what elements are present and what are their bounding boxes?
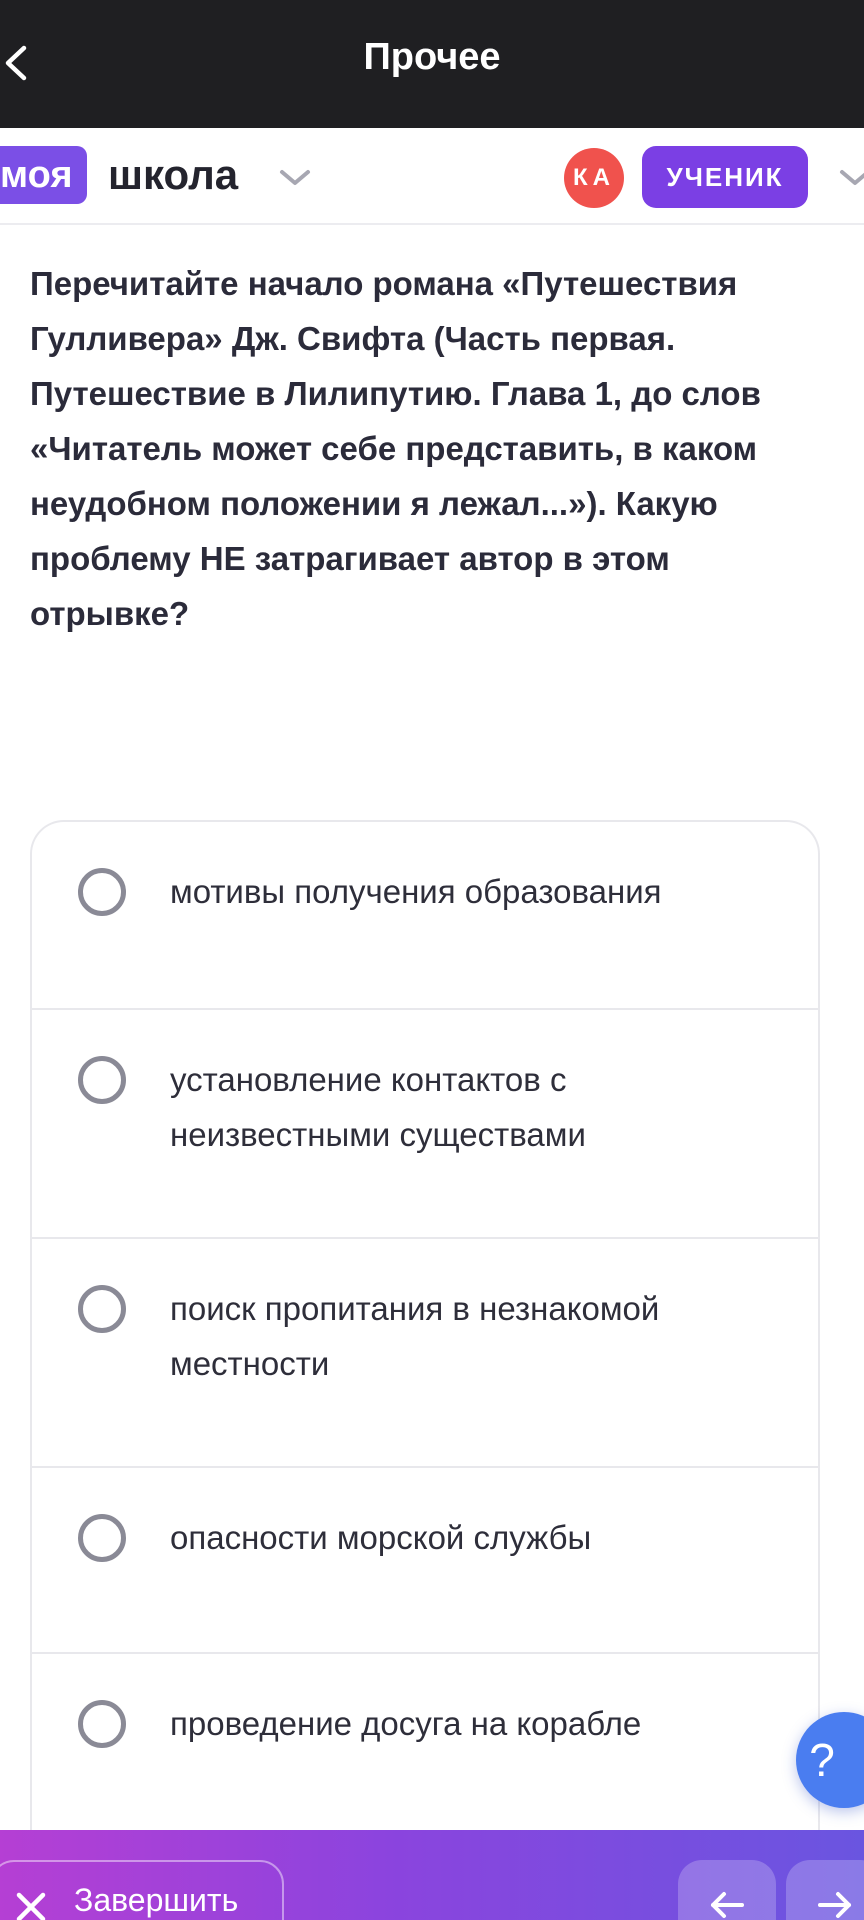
top-bar: Прочее [0,0,864,128]
finish-button[interactable]: Завершить [0,1860,284,1920]
next-question-button[interactable] [786,1860,864,1920]
arrow-right-icon [818,1892,851,1918]
answer-option-label: установление контактов с неизвестными су… [170,1061,586,1153]
answer-option-label: мотивы получения образования [170,873,662,910]
school-header: моя школа КА УЧЕНИК [0,128,864,225]
answer-option[interactable]: опасности морской службы [32,1466,818,1652]
help-button-label: ? [809,1734,835,1786]
question-text: Перечитайте начало романа «Путешествия Г… [30,265,761,632]
answer-option[interactable]: поиск пропитания в незнакомой местности [32,1237,818,1466]
bottom-bar: Завершить [0,1830,864,1920]
radio-button[interactable] [78,1514,126,1562]
logo-shkola: школа [108,151,239,198]
role-chevron-down-icon[interactable] [838,168,864,188]
answer-option-label: проведение досуга на корабле [170,1705,642,1742]
radio-button[interactable] [78,1056,126,1104]
radio-button[interactable] [78,1285,126,1333]
page-title: Прочее [363,36,501,78]
logo-moya: моя [0,146,87,204]
answer-option-label: поиск пропитания в незнакомой местности [170,1290,660,1382]
close-icon [16,1892,46,1920]
answer-option-label: опасности морской службы [170,1519,592,1556]
radio-button[interactable] [78,1700,126,1748]
answer-option[interactable]: установление контактов с неизвестными су… [32,1008,818,1237]
prev-question-button[interactable] [678,1860,776,1920]
answer-option[interactable]: проведение досуга на корабле [32,1652,818,1838]
finish-button-label: Завершить [74,1882,239,1918]
radio-button[interactable] [78,868,126,916]
arrow-left-icon [711,1892,744,1918]
chevron-down-icon[interactable] [278,168,312,188]
role-badge[interactable]: УЧЕНИК [642,146,808,208]
answer-options: мотивы получения образования установлени… [30,820,820,1838]
answer-option[interactable]: мотивы получения образования [32,822,818,1008]
avatar[interactable]: КА [564,148,624,208]
